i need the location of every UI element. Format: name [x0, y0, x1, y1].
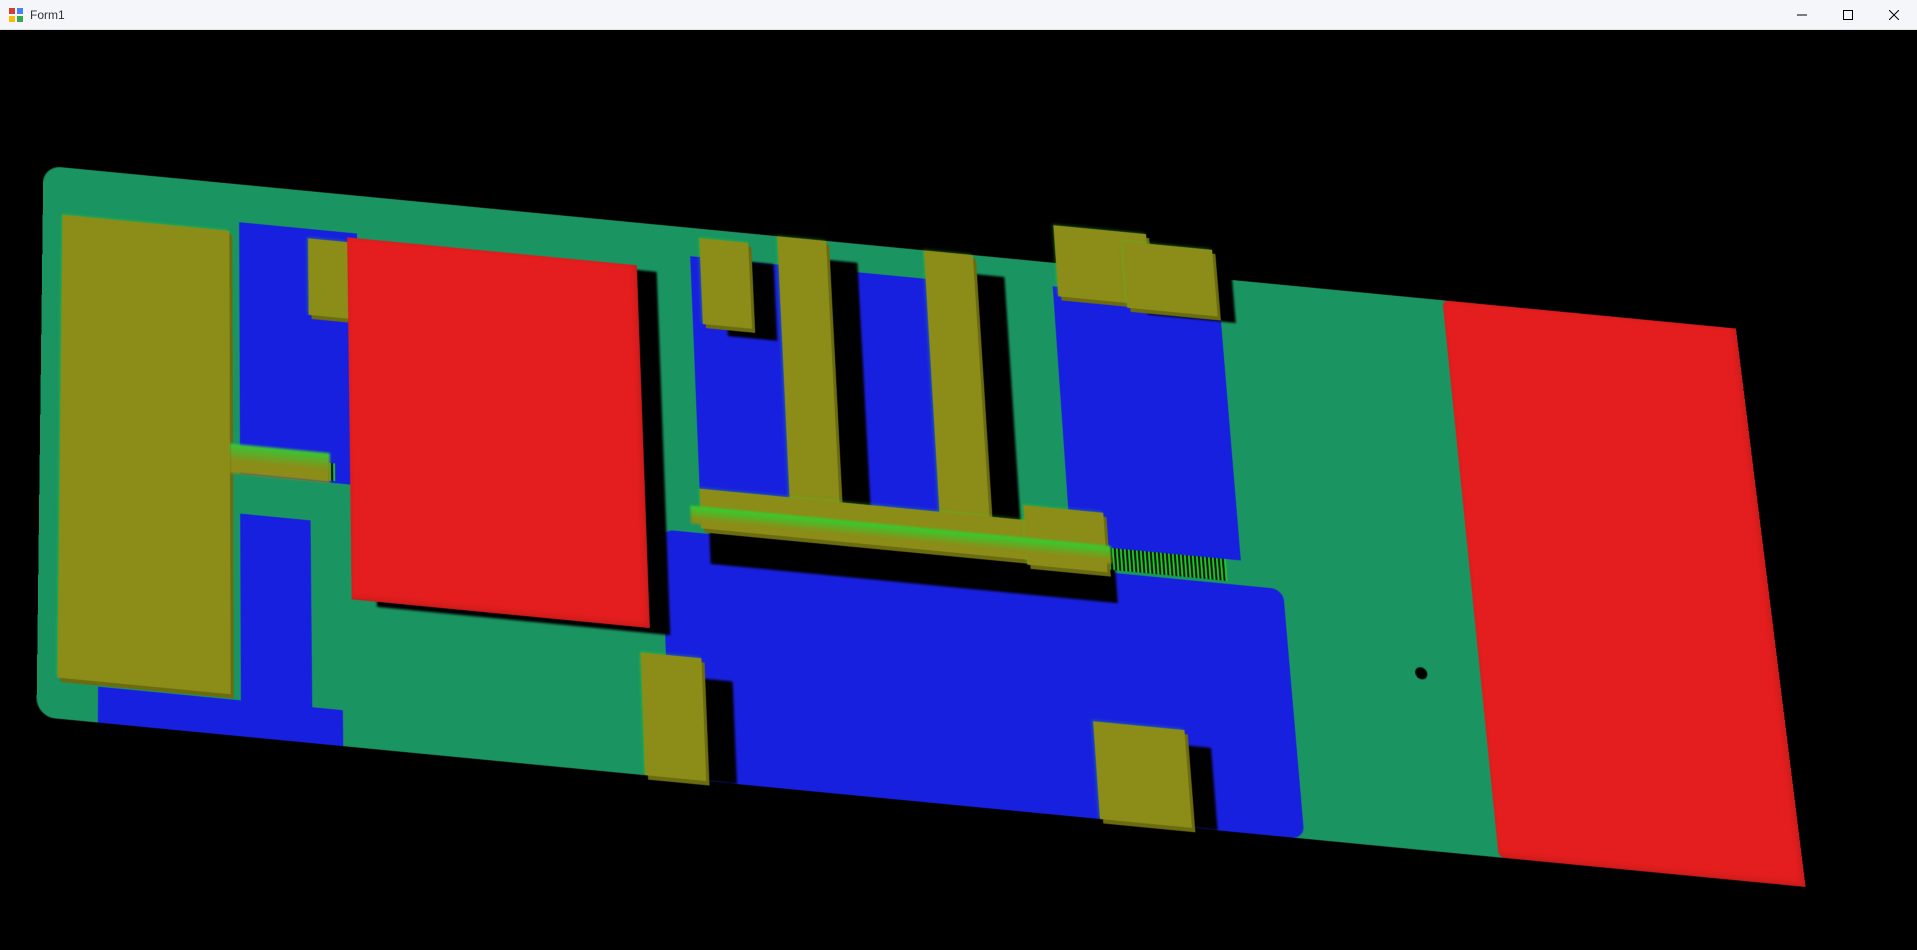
raised-component — [699, 238, 752, 329]
maximize-button[interactable] — [1825, 0, 1871, 30]
minimize-button[interactable] — [1779, 0, 1825, 30]
raised-component — [1122, 241, 1217, 316]
raised-component — [1093, 721, 1192, 828]
window-controls — [1779, 0, 1917, 29]
close-button[interactable] — [1871, 0, 1917, 30]
viewport-3d[interactable] — [0, 30, 1917, 950]
app-icon — [8, 7, 24, 23]
chip-right — [1442, 300, 1805, 887]
raised-component — [308, 238, 348, 318]
chip-left — [347, 237, 650, 628]
window-title: Form1 — [30, 8, 65, 22]
scene-root — [35, 91, 1641, 950]
title-bar: Form1 — [0, 0, 1917, 30]
raised-component — [641, 652, 707, 781]
recess-region — [240, 514, 312, 723]
raised-component — [57, 215, 230, 695]
